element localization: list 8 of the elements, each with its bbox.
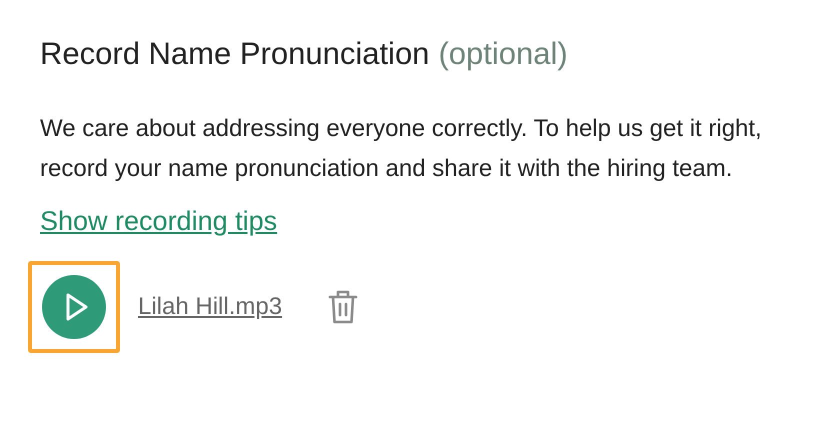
recording-tips-link[interactable]: Show recording tips	[40, 203, 278, 239]
audio-file-link[interactable]: Lilah Hill.mp3	[138, 293, 282, 321]
trash-icon	[328, 289, 358, 325]
delete-button[interactable]	[328, 289, 358, 325]
description-text: We care about addressing everyone correctly. To help us get it right, record your name pronunciation and share it with the hiring team.	[40, 114, 763, 184]
optional-note: (optional)	[438, 36, 568, 71]
section-title: Record Name Pronunciation	[40, 36, 430, 71]
play-icon	[65, 292, 89, 322]
